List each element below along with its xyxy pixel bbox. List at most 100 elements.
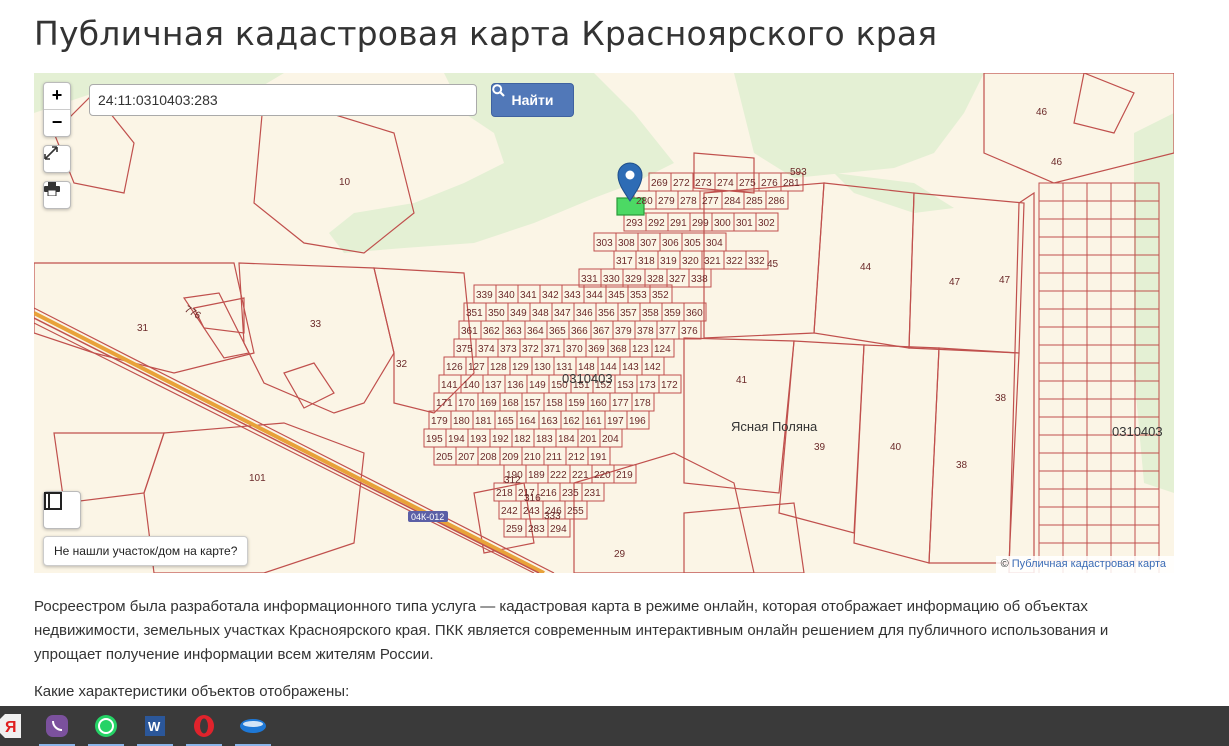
settlement-lot[interactable] <box>1086 254 1112 274</box>
settlement-lot[interactable] <box>1062 362 1088 382</box>
settlement-lot[interactable] <box>1110 254 1136 274</box>
zoom-in-button[interactable]: + <box>44 83 70 109</box>
settlement-lot[interactable] <box>1086 434 1112 454</box>
settlement-lot[interactable] <box>1038 362 1064 382</box>
not-found-button[interactable]: Не нашли участок/дом на карте? <box>43 536 249 566</box>
settlement-lot[interactable] <box>1110 290 1136 310</box>
settlement-lot[interactable] <box>1086 290 1112 310</box>
settlement-lot[interactable] <box>1086 470 1112 490</box>
settlement-lot[interactable] <box>1038 416 1064 436</box>
map-canvas[interactable]: 1031 33321017762945 4447 4746464139 40383859… <box>34 73 1174 573</box>
settlement-lot[interactable] <box>1110 398 1136 418</box>
settlement-lot[interactable] <box>1062 398 1088 418</box>
settlement-lot[interactable] <box>1086 506 1112 526</box>
settlement-lot[interactable] <box>1062 452 1088 472</box>
settlement-lot[interactable] <box>1038 236 1064 256</box>
attribution-link[interactable]: Публичная кадастровая карта <box>1012 558 1166 570</box>
settlement-lot[interactable] <box>1110 308 1136 328</box>
viber-icon[interactable] <box>35 706 79 746</box>
parcel-number-label: 348 <box>532 308 549 319</box>
settlement-lot[interactable] <box>1086 452 1112 472</box>
settlement-lot[interactable] <box>1038 398 1064 418</box>
settlement-lot[interactable] <box>1086 236 1112 256</box>
opera-icon[interactable] <box>182 706 226 746</box>
settlement-lot[interactable] <box>1038 506 1064 526</box>
word-icon[interactable]: W <box>133 706 177 746</box>
search-button[interactable]: Найти <box>491 83 574 117</box>
settlement-lot[interactable] <box>1110 380 1136 400</box>
zoom-out-button[interactable]: − <box>44 109 70 136</box>
settlement-lot[interactable] <box>1062 380 1088 400</box>
settlement-lot[interactable] <box>1110 452 1136 472</box>
settlement-lot[interactable] <box>1086 200 1112 220</box>
settlement-lot[interactable] <box>1038 218 1064 238</box>
settlement-lot[interactable] <box>1086 362 1112 382</box>
settlement-lot[interactable] <box>1038 434 1064 454</box>
settlement-lot[interactable] <box>1086 488 1112 508</box>
settlement-lot[interactable] <box>1086 182 1112 202</box>
settlement-lot[interactable] <box>1062 524 1088 544</box>
whatsapp-icon[interactable] <box>84 706 128 746</box>
settlement-lot[interactable] <box>1062 470 1088 490</box>
settlement-lot[interactable] <box>1062 182 1088 202</box>
settlement-lot[interactable] <box>1038 452 1064 472</box>
settlement-lot[interactable] <box>1062 218 1088 238</box>
settlement-lot[interactable] <box>1110 272 1136 292</box>
settlement-lot[interactable] <box>1086 272 1112 292</box>
settlement-lot[interactable] <box>1038 308 1064 328</box>
settlement-lot[interactable] <box>1062 308 1088 328</box>
settlement-lot[interactable] <box>1110 488 1136 508</box>
settlement-lot[interactable] <box>1086 218 1112 238</box>
settlement-lot[interactable] <box>1038 182 1064 202</box>
cadastral-number-search-input[interactable] <box>89 84 477 116</box>
settlement-lot[interactable] <box>1086 398 1112 418</box>
settlement-lot[interactable] <box>1134 488 1160 508</box>
settlement-lot[interactable] <box>1086 524 1112 544</box>
settlement-lot[interactable] <box>1038 344 1064 364</box>
settlement-lot[interactable] <box>1038 524 1064 544</box>
settlement-lot[interactable] <box>1038 470 1064 490</box>
settlement-lot[interactable] <box>1062 254 1088 274</box>
yandex-browser-icon[interactable]: Я <box>0 706 30 746</box>
settlement-lot[interactable] <box>1134 524 1160 544</box>
settlement-lot[interactable] <box>1086 326 1112 346</box>
settlement-lot[interactable] <box>1038 326 1064 346</box>
settlement-lot[interactable] <box>1110 182 1136 202</box>
settlement-lot[interactable] <box>1062 326 1088 346</box>
settlement-lot[interactable] <box>1110 218 1136 238</box>
settlement-lot[interactable] <box>1038 272 1064 292</box>
settlement-lot[interactable] <box>1062 416 1088 436</box>
settlement-lot[interactable] <box>1110 326 1136 346</box>
settlement-lot[interactable] <box>1038 254 1064 274</box>
settlement-lot[interactable] <box>1062 488 1088 508</box>
settlement-lot[interactable] <box>1038 380 1064 400</box>
legend-button[interactable] <box>43 491 81 529</box>
settlement-lot[interactable] <box>1062 290 1088 310</box>
settlement-lot[interactable] <box>1110 344 1136 364</box>
print-button[interactable] <box>43 181 71 209</box>
settlement-lot[interactable] <box>1062 200 1088 220</box>
settlement-lot[interactable] <box>1110 362 1136 382</box>
settlement-lot[interactable] <box>1038 290 1064 310</box>
settlement-lot[interactable] <box>1110 470 1136 490</box>
cadastral-map[interactable]: 10 31 33 32 101 776 29 45 44 47 47 46 46 41 39 40 38 38 59… <box>34 73 1174 573</box>
parcel-number-label: 320 <box>682 256 699 267</box>
settlement-lot[interactable] <box>1062 506 1088 526</box>
app-icon[interactable] <box>231 706 275 746</box>
settlement-lot[interactable] <box>1110 506 1136 526</box>
settlement-lot[interactable] <box>1110 236 1136 256</box>
settlement-lot[interactable] <box>1110 200 1136 220</box>
settlement-lot[interactable] <box>1062 434 1088 454</box>
settlement-lot[interactable] <box>1110 524 1136 544</box>
settlement-lot[interactable] <box>1086 416 1112 436</box>
settlement-lot[interactable] <box>1038 488 1064 508</box>
settlement-lot[interactable] <box>1086 308 1112 328</box>
settlement-lot[interactable] <box>1038 200 1064 220</box>
settlement-lot[interactable] <box>1062 236 1088 256</box>
settlement-lot[interactable] <box>1134 506 1160 526</box>
settlement-lot[interactable] <box>1062 344 1088 364</box>
settlement-lot[interactable] <box>1086 380 1112 400</box>
settlement-lot[interactable] <box>1086 344 1112 364</box>
fullscreen-button[interactable] <box>43 145 71 173</box>
settlement-lot[interactable] <box>1062 272 1088 292</box>
